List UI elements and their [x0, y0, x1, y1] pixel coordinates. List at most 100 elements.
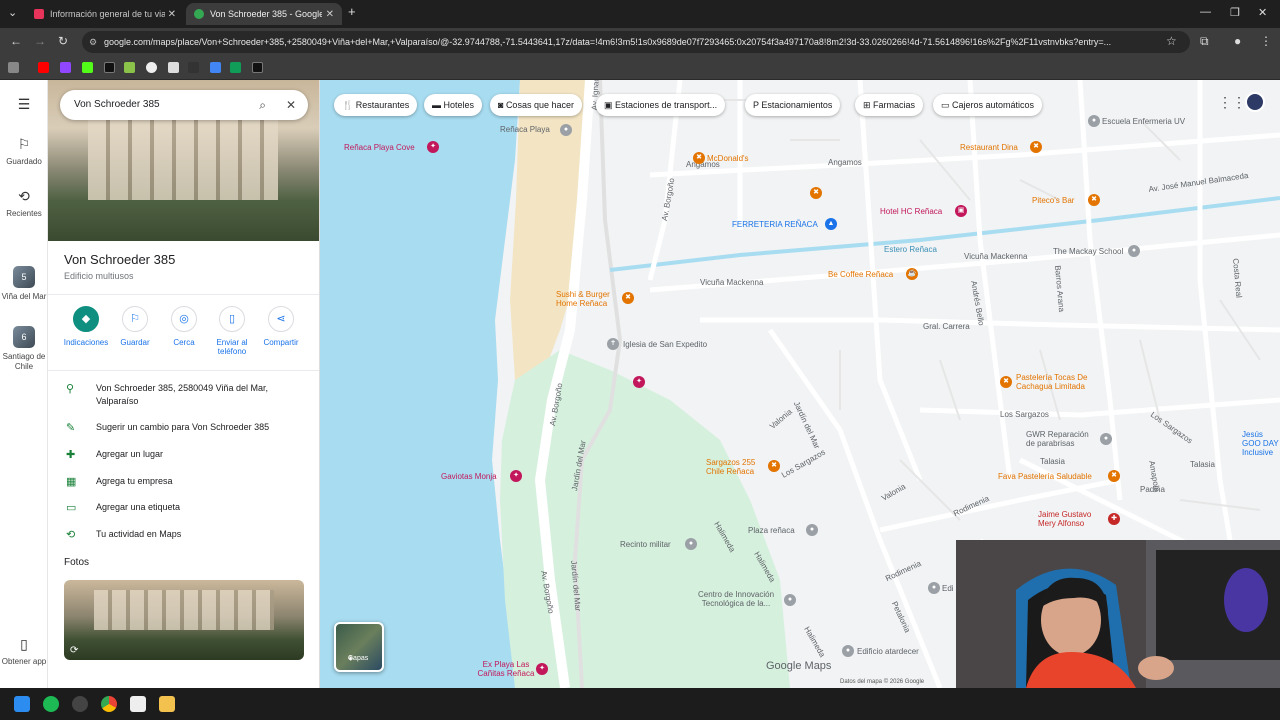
windows-start-icon[interactable]	[14, 696, 30, 712]
reload-icon[interactable]: ↻	[58, 34, 68, 48]
file-explorer-icon[interactable]	[159, 696, 175, 712]
poi-marker-icon[interactable]: ✖	[622, 292, 634, 304]
save-button[interactable]: ⚐ Guardar	[111, 306, 159, 347]
account-avatar[interactable]	[1245, 92, 1265, 112]
send-to-phone-button[interactable]: ▯ Enviar al teléfono	[208, 306, 256, 356]
chip-pharmacies[interactable]: ⊞ Farmacias	[855, 94, 924, 116]
maximize-icon[interactable]: ❐	[1230, 6, 1240, 19]
poi-marker-icon[interactable]: ✚	[1108, 513, 1120, 525]
chip-things-to-do[interactable]: ◙ Cosas que hacer	[490, 94, 582, 116]
chrome-icon[interactable]	[101, 696, 117, 712]
poi-label[interactable]: Be Coffee Reñaca	[828, 270, 893, 279]
poi-marker-icon[interactable]: ✦	[536, 663, 548, 675]
app-icon[interactable]	[130, 696, 146, 712]
poi-label[interactable]: The Mackay School	[1053, 247, 1123, 256]
poi-label[interactable]: Jesús GOO DAY Inclusive	[1242, 430, 1280, 457]
poi-marker-icon[interactable]: ▣	[955, 205, 967, 217]
twitch-bookmark-icon[interactable]	[60, 62, 71, 73]
poi-label[interactable]: Reñaca Playa	[500, 125, 550, 134]
poi-marker-icon[interactable]: ●	[1128, 245, 1140, 257]
bookmark-icon[interactable]	[124, 62, 135, 73]
poi-marker-icon[interactable]: ☕	[906, 268, 918, 280]
menu-icon[interactable]: ☰	[0, 96, 48, 117]
poi-label[interactable]: Gaviotas Monja	[441, 472, 497, 481]
recent-place-santiago[interactable]: 6 Santiago de Chile	[0, 326, 48, 372]
kick-bookmark-icon[interactable]	[82, 62, 93, 73]
x-bookmark-icon[interactable]	[104, 62, 115, 73]
poi-marker-icon[interactable]: ●	[1088, 115, 1100, 127]
chip-hotels[interactable]: ▬ Hoteles	[424, 94, 483, 116]
poi-label[interactable]: Ex Playa Las Cañitas Reñaca	[476, 660, 536, 678]
poi-label[interactable]: Plaza reñaca	[748, 526, 795, 535]
saved-button[interactable]: ⚐ Guardado	[0, 136, 48, 166]
back-icon[interactable]: ←	[10, 34, 22, 48]
poi-label[interactable]: Restaurant Dina	[960, 143, 1018, 152]
poi-label[interactable]: Hotel HC Reñaca	[880, 207, 942, 216]
poi-marker-icon[interactable]: ●	[1100, 433, 1112, 445]
directions-button[interactable]: ◆ Indicaciones	[62, 306, 110, 347]
tab-trip-overview[interactable]: Información general de tu viaje ✕	[26, 3, 184, 25]
extensions-icon[interactable]: ⧉	[1200, 34, 1209, 49]
bookmark-icon[interactable]	[188, 62, 199, 73]
poi-marker-icon[interactable]: ▲	[825, 218, 837, 230]
bookmark-star-icon[interactable]: ☆	[1166, 34, 1177, 48]
layers-button[interactable]: ◈ Capas	[334, 622, 384, 672]
poi-marker-icon[interactable]: ✖	[1088, 194, 1100, 206]
recents-button[interactable]: ⟲ Recientes	[0, 188, 48, 218]
close-icon[interactable]: ✕	[286, 90, 296, 120]
poi-label[interactable]: FERRETERIA REÑACA	[732, 220, 818, 229]
profile-icon[interactable]: ●	[1234, 34, 1241, 48]
site-info-icon[interactable]: ⚙	[89, 31, 97, 53]
minimize-icon[interactable]: —	[1200, 6, 1211, 18]
map-attribution[interactable]: Datos del mapa © 2026 Google	[840, 679, 924, 685]
close-window-icon[interactable]: ✕	[1258, 6, 1267, 19]
forward-icon[interactable]: →	[34, 34, 46, 48]
sheets-bookmark-icon[interactable]	[230, 62, 241, 73]
poi-label[interactable]: Recinto militar	[620, 540, 671, 549]
poi-label[interactable]: Reñaca Playa Cove	[344, 143, 415, 152]
share-button[interactable]: ⋖ Compartir	[257, 306, 305, 347]
poi-marker-icon[interactable]: ●	[928, 582, 940, 594]
chrome-bookmark-icon[interactable]	[146, 62, 157, 73]
poi-label[interactable]: Fava Pastelería Saludable	[998, 472, 1092, 481]
app-icon[interactable]	[72, 696, 88, 712]
poi-marker-icon[interactable]: ●	[784, 594, 796, 606]
poi-label[interactable]: Sushi & Burger Home Reñaca	[556, 290, 622, 308]
poi-marker-icon[interactable]: ●	[560, 124, 572, 136]
url-bar[interactable]: ⚙ google.com/maps/place/Von+Schroeder+38…	[82, 31, 1190, 53]
poi-label[interactable]: Edificio atardecer	[857, 647, 919, 656]
poi-marker-icon[interactable]: ✖	[693, 152, 705, 164]
poi-label[interactable]: Iglesia de San Expedito	[623, 340, 707, 349]
poi-label[interactable]: Pastelería Tocas De Cachagua Limitada	[1016, 373, 1126, 391]
browser-menu-icon[interactable]: ⋮	[1260, 34, 1272, 48]
poi-label[interactable]: Jaime Gustavo Mery Alfonso	[1038, 510, 1108, 528]
poi-label[interactable]: Sargazos 255 Chile Reñaca	[706, 458, 768, 476]
search-icon[interactable]: ⌕	[259, 90, 266, 120]
poi-marker-icon[interactable]: ✖	[1030, 141, 1042, 153]
poi-marker-icon[interactable]: ✖	[810, 187, 822, 199]
poi-label[interactable]: Centro de Innovación Tecnológica de la..…	[690, 590, 782, 608]
poi-marker-icon[interactable]: ✖	[1108, 470, 1120, 482]
apps-icon[interactable]	[8, 62, 19, 73]
apps-grid-icon[interactable]: ⋮⋮	[1218, 94, 1246, 111]
close-tab-icon[interactable]: ✕	[326, 9, 334, 20]
search-input[interactable]: Von Schroeder 385 ⌕ ✕	[60, 90, 308, 120]
poi-marker-icon[interactable]: ✖	[1000, 376, 1012, 388]
poi-label[interactable]: Escuela Enfermeria UV	[1102, 117, 1185, 126]
poi-marker-icon[interactable]: ✦	[510, 470, 522, 482]
poi-label[interactable]: McDonald's	[707, 154, 749, 163]
recent-place-vina[interactable]: 5 Viña del Mar	[0, 266, 48, 302]
place-photo[interactable]: ⟳	[64, 580, 304, 660]
poi-marker-icon[interactable]: ●	[806, 524, 818, 536]
youtube-bookmark-icon[interactable]	[38, 62, 49, 73]
nearby-button[interactable]: ◎ Cerca	[160, 306, 208, 347]
docs-bookmark-icon[interactable]	[210, 62, 221, 73]
poi-marker-icon[interactable]: ✦	[427, 141, 439, 153]
poi-marker-icon[interactable]: ●	[685, 538, 697, 550]
notion-bookmark-icon[interactable]	[168, 62, 179, 73]
chip-transit[interactable]: ▣ Estaciones de transport...	[596, 94, 726, 116]
place-category[interactable]: Edificio multiusos	[64, 271, 134, 281]
poi-label[interactable]: Edi	[942, 584, 954, 593]
poi-label[interactable]: Piteco's Bar	[1032, 196, 1074, 205]
tab-search-icon[interactable]: ⌄	[8, 6, 17, 19]
